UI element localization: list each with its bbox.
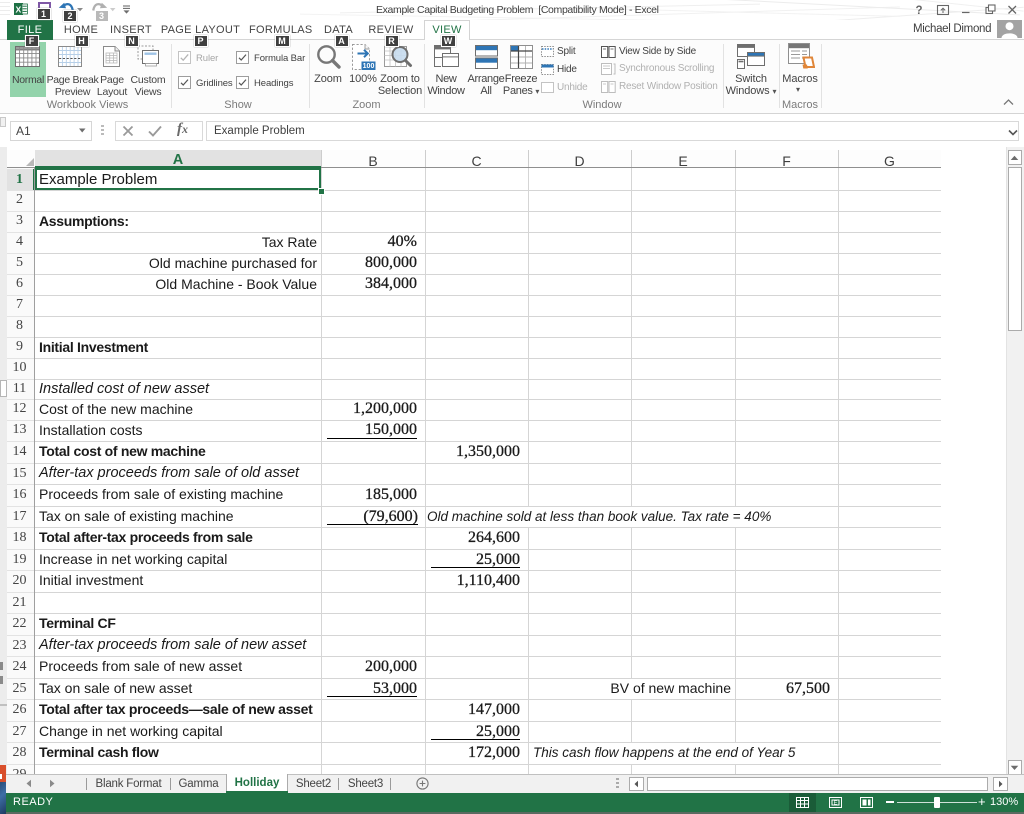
svg-text:E: E bbox=[834, 801, 838, 807]
svg-text:100: 100 bbox=[363, 63, 375, 70]
svg-text:X: X bbox=[16, 4, 22, 14]
svg-text:?: ? bbox=[915, 5, 922, 17]
